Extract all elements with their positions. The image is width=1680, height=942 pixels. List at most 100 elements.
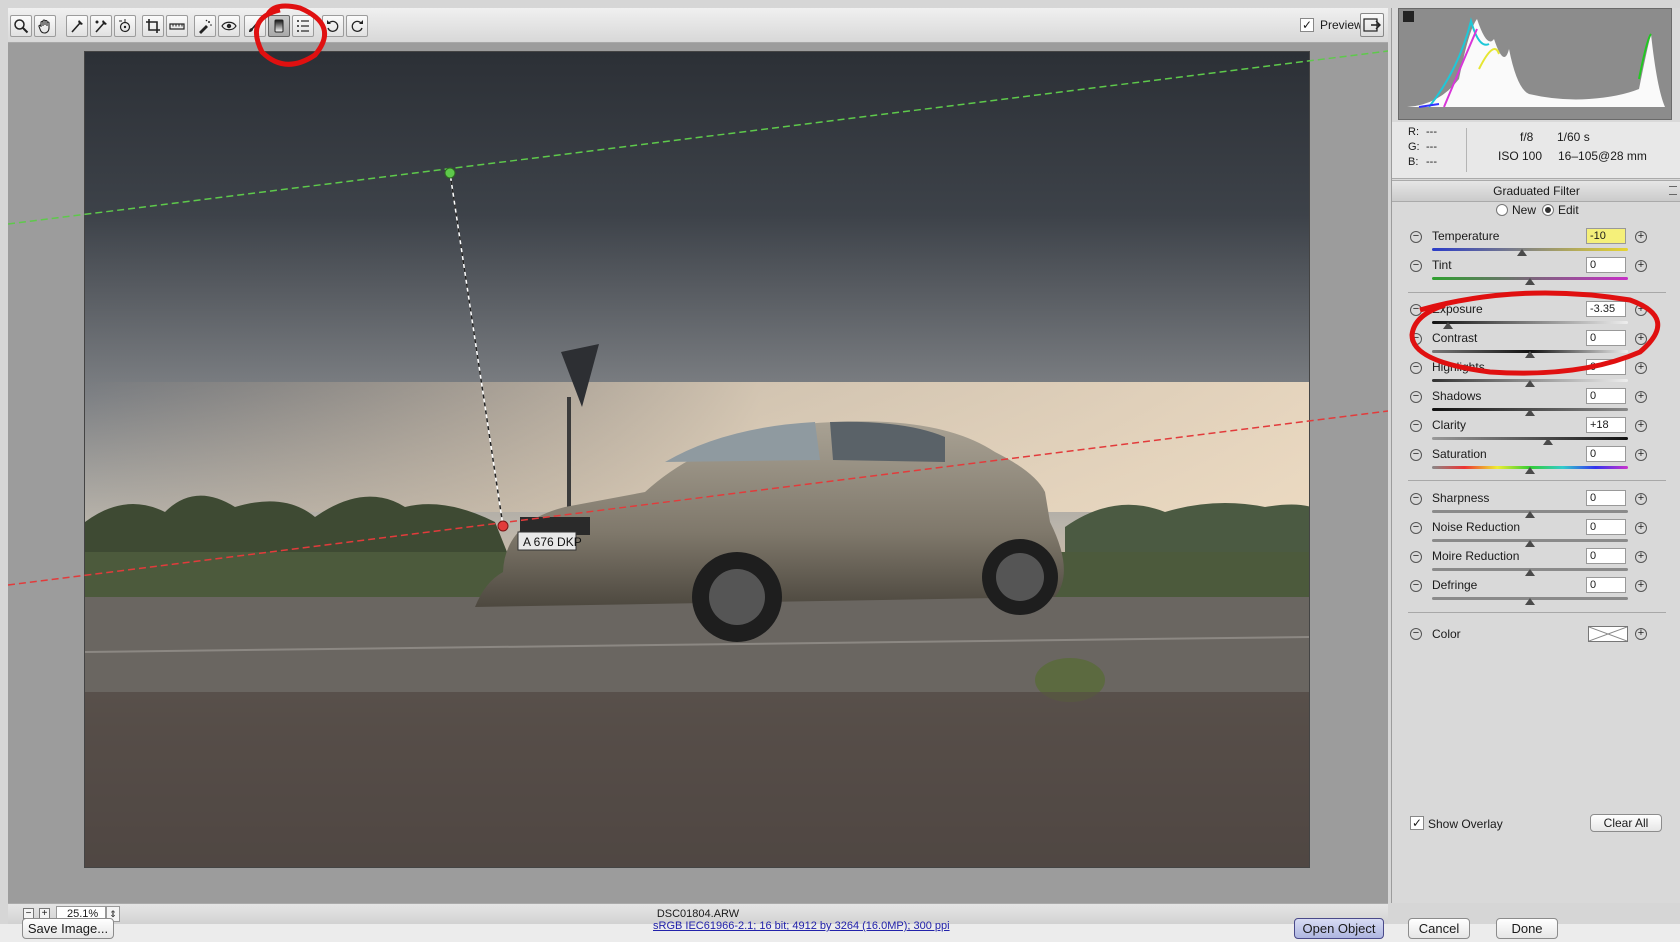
workflow-options-link[interactable]: sRGB IEC61966-2.1; 16 bit; 4912 by 3264 … [653,920,950,932]
highlights-decrease-icon[interactable]: − [1410,362,1422,374]
clarity-slider-thumb[interactable] [1542,438,1553,445]
shadow-clipping-icon[interactable] [1403,11,1414,22]
color-decrease-icon[interactable]: − [1410,628,1422,640]
panel-menu-icon[interactable] [1669,186,1677,195]
defringe-increase-icon[interactable]: + [1635,580,1647,592]
straighten-tool[interactable] [166,15,188,37]
defringe-field[interactable]: 0 [1586,577,1626,593]
noise-reduction-decrease-icon[interactable]: − [1410,522,1422,534]
red-readout-label: R: [1408,126,1419,138]
sharpness-field[interactable]: 0 [1586,490,1626,506]
noise-reduction-slider-thumb[interactable] [1525,540,1535,547]
saturation-decrease-icon[interactable]: − [1410,449,1422,461]
zoom-icon [14,19,29,34]
histogram-graph [1403,11,1665,108]
color-sampler-tool[interactable] [90,15,112,37]
fullscreen-icon [1363,18,1381,32]
spot-removal-tool[interactable] [194,15,216,37]
clarity-slider[interactable] [1432,437,1628,440]
saturation-increase-icon[interactable]: + [1635,449,1647,461]
noise-reduction-increase-icon[interactable]: + [1635,522,1647,534]
moire-reduction-increase-icon[interactable]: + [1635,551,1647,563]
temperature-decrease-icon[interactable]: − [1410,231,1422,243]
clarity-field[interactable]: +18 [1586,417,1626,433]
clarity-decrease-icon[interactable]: − [1410,420,1422,432]
temperature-slider[interactable] [1432,248,1628,251]
cancel-button[interactable]: Cancel [1408,918,1470,939]
sharpness-decrease-icon[interactable]: − [1410,493,1422,505]
sharpness-increase-icon[interactable]: + [1635,493,1647,505]
mode-edit-label: Edit [1558,203,1579,217]
hand-tool[interactable] [34,15,56,37]
defringe-slider-thumb[interactable] [1525,598,1535,605]
target-adjustment-tool[interactable] [114,15,136,37]
temperature-increase-icon[interactable]: + [1635,231,1647,243]
exposure-slider-thumb[interactable] [1442,322,1453,329]
exposure-increase-icon[interactable]: + [1635,304,1647,316]
show-overlay-checkbox[interactable]: ✓ [1410,816,1424,830]
noise-reduction-field[interactable]: 0 [1586,519,1626,535]
radial-filter-tool[interactable] [292,15,314,37]
moire-reduction-decrease-icon[interactable]: − [1410,551,1422,563]
red-readout: --- [1426,126,1437,138]
contrast-field[interactable]: 0 [1586,330,1626,346]
zoom-tool[interactable] [10,15,32,37]
clarity-label: Clarity [1432,418,1467,432]
hand-icon [38,19,50,34]
temperature-slider-thumb[interactable] [1517,249,1528,256]
tint-increase-icon[interactable]: + [1635,260,1647,272]
temperature-field[interactable]: -10 [1586,228,1626,244]
tint-field[interactable]: 0 [1586,257,1626,273]
shadows-increase-icon[interactable]: + [1635,391,1647,403]
filter-start-guide[interactable] [8,50,1388,225]
red-eye-tool[interactable] [218,15,240,37]
mode-new-radio[interactable] [1496,204,1508,216]
rotate-cw-tool[interactable] [346,15,368,37]
contrast-decrease-icon[interactable]: − [1410,333,1422,345]
exposure-field[interactable]: -3.35 [1586,301,1626,317]
mode-edit-radio[interactable] [1542,204,1554,216]
filter-end-pin[interactable] [497,520,509,532]
highlights-field[interactable]: 0 [1586,359,1626,375]
image-preview-area[interactable]: A 676 DKP [8,43,1388,903]
exposure-decrease-icon[interactable]: − [1410,304,1422,316]
moire-reduction-field[interactable]: 0 [1586,548,1626,564]
tint-slider-thumb[interactable] [1525,278,1535,285]
tint-decrease-icon[interactable]: − [1410,260,1422,272]
saturation-slider-thumb[interactable] [1525,467,1535,474]
shadows-label: Shadows [1432,389,1482,403]
red-eye-icon [221,21,237,31]
shadows-slider-thumb[interactable] [1525,409,1535,416]
defringe-label: Defringe [1432,578,1478,592]
clear-all-button[interactable]: Clear All [1590,814,1662,832]
rotate-ccw-tool[interactable] [322,15,344,37]
shadows-field[interactable]: 0 [1586,388,1626,404]
clarity-increase-icon[interactable]: + [1635,420,1647,432]
color-increase-icon[interactable]: + [1635,628,1647,640]
contrast-increase-icon[interactable]: + [1635,333,1647,345]
fullscreen-button[interactable] [1360,13,1384,37]
highlights-slider-thumb[interactable] [1525,380,1535,387]
filter-start-pin[interactable] [444,167,456,179]
open-object-button[interactable]: Open Object [1294,918,1384,939]
aperture: f/8 [1520,130,1534,144]
adjustment-brush-tool[interactable] [244,15,266,37]
sharpness-slider-thumb[interactable] [1525,511,1535,518]
white-balance-tool[interactable] [66,15,88,37]
saturation-field[interactable]: 0 [1586,446,1626,462]
defringe-decrease-icon[interactable]: − [1410,580,1422,592]
exposure-slider[interactable] [1432,321,1628,324]
preview-checkbox[interactable]: ✓ [1300,18,1314,32]
done-button[interactable]: Done [1496,918,1558,939]
filter-end-guide[interactable] [8,410,1388,586]
crop-tool[interactable] [142,15,164,37]
highlights-increase-icon[interactable]: + [1635,362,1647,374]
sharpness-label: Sharpness [1432,491,1490,505]
file-name: DSC01804.ARW [656,908,740,920]
graduated-filter-tool[interactable] [268,15,290,37]
color-swatch[interactable] [1588,626,1628,642]
moire-reduction-slider-thumb[interactable] [1525,569,1535,576]
shadows-decrease-icon[interactable]: − [1410,391,1422,403]
save-image-button[interactable]: Save Image... [22,918,114,939]
contrast-slider-thumb[interactable] [1525,351,1535,358]
